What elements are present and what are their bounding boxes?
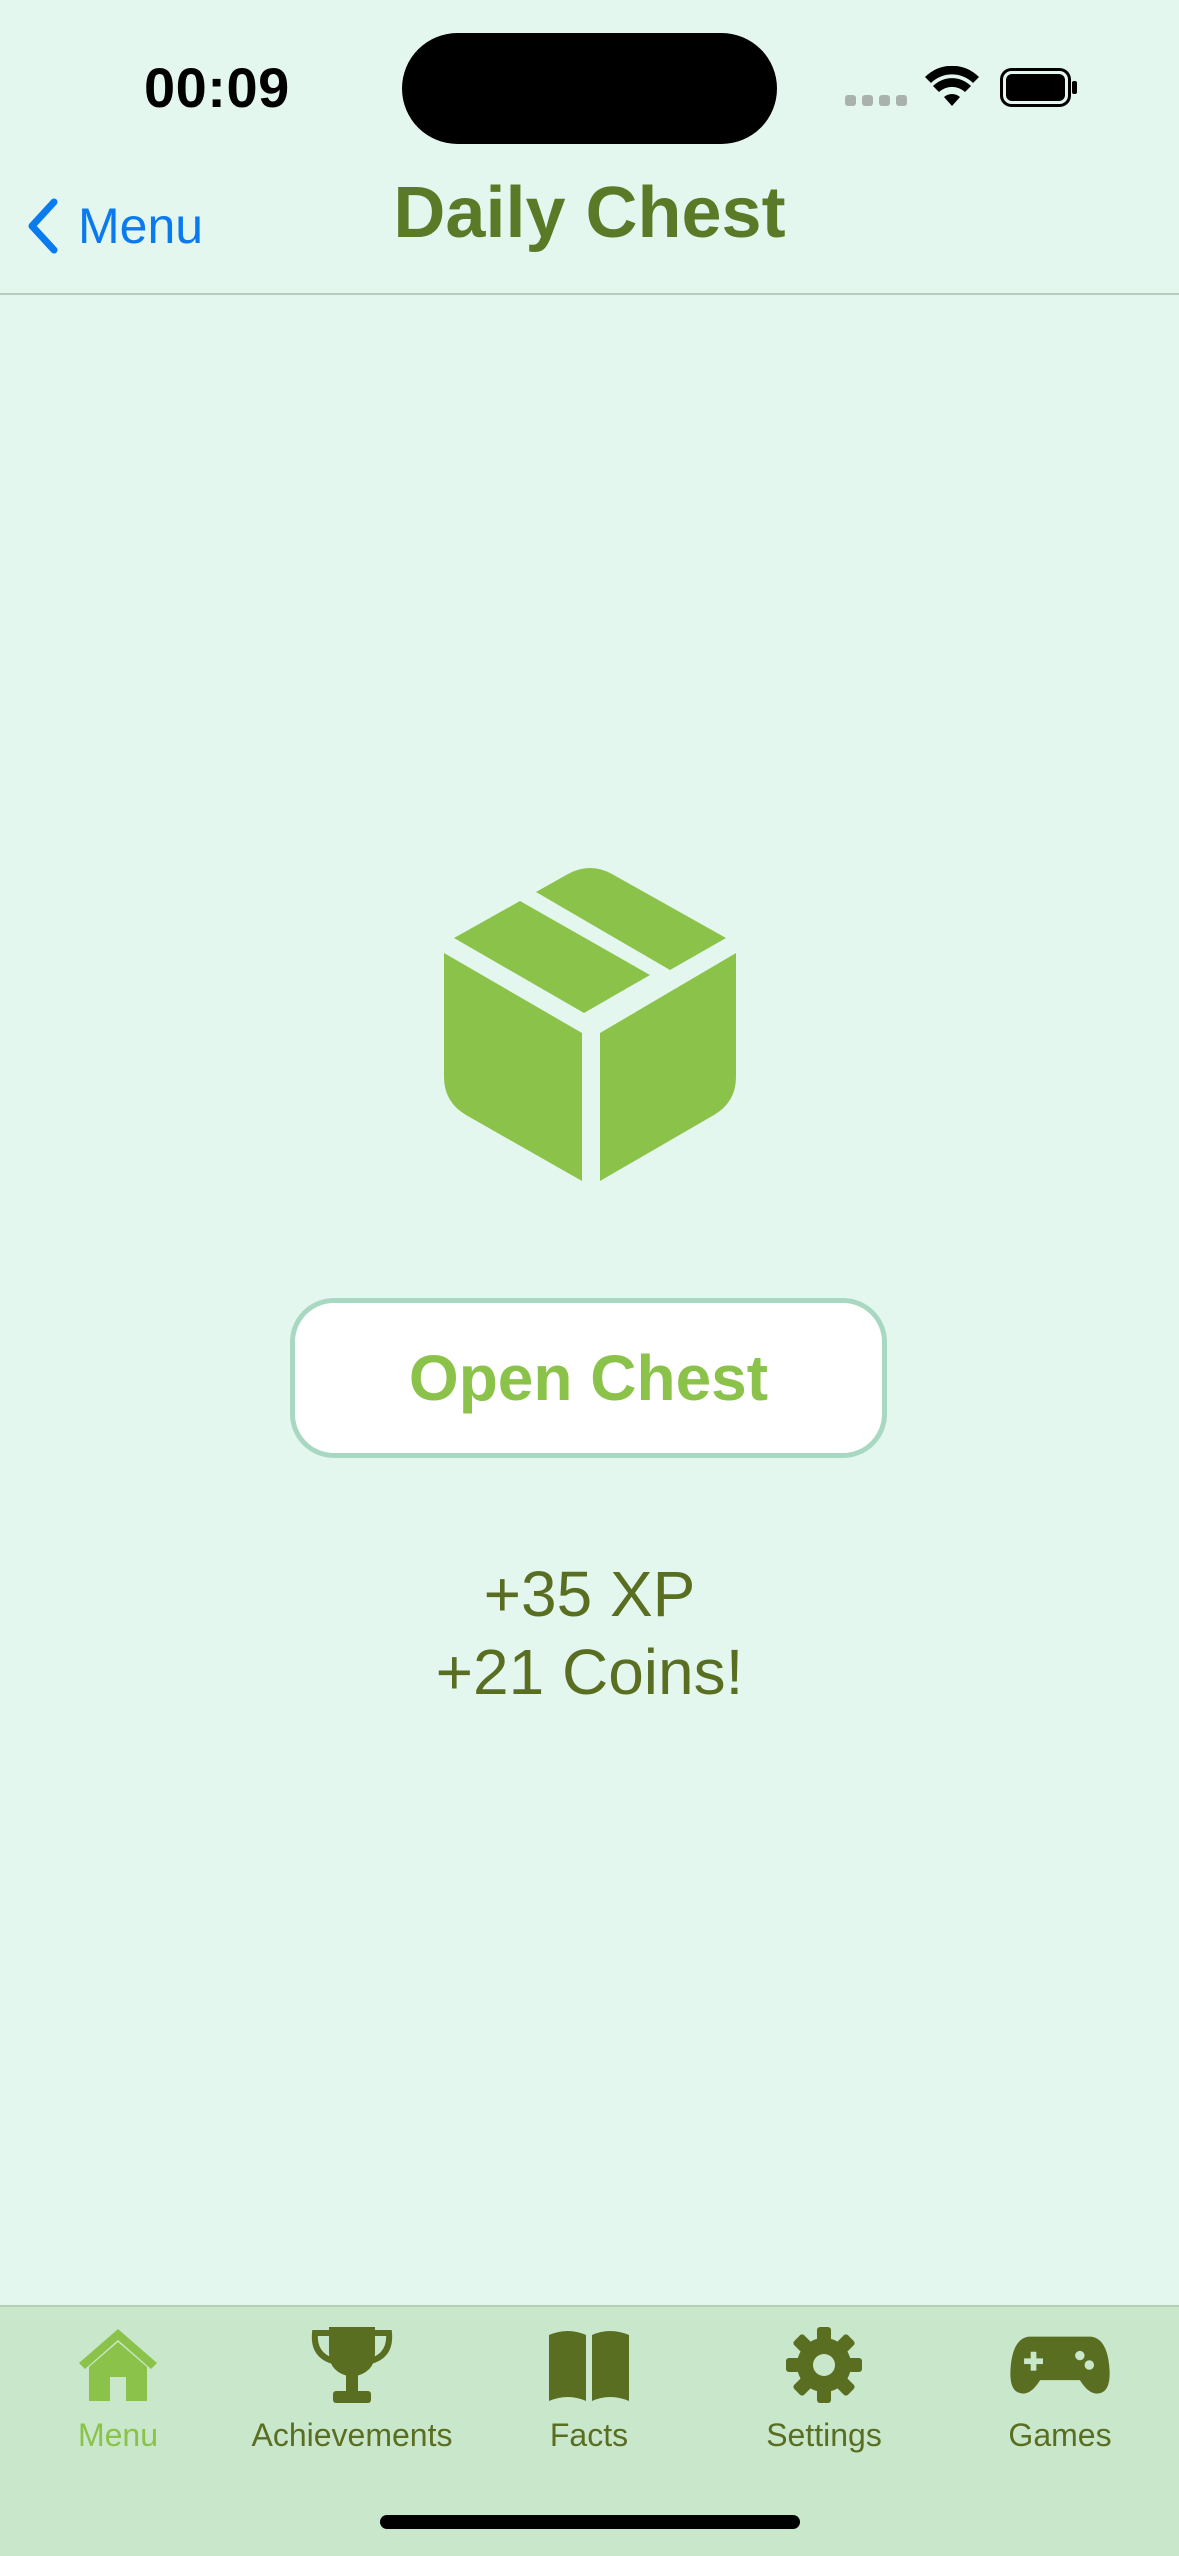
page-title: Daily Chest <box>393 173 786 253</box>
tab-menu-label: Menu <box>77 2417 159 2453</box>
battery-icon <box>1000 68 1077 107</box>
tab-games[interactable]: Games <box>942 2325 1178 2454</box>
tab-achievements[interactable]: Achievements <box>234 2325 470 2454</box>
tab-menu[interactable]: Menu <box>0 2325 236 2454</box>
nav-divider <box>0 293 1179 295</box>
tab-facts[interactable]: Facts <box>471 2325 707 2454</box>
gamecontroller-icon <box>1010 2336 1110 2394</box>
reward-coins: +21 Coins! <box>435 1636 744 1708</box>
signal-icon <box>845 95 907 106</box>
open-chest-button[interactable]: Open Chest <box>290 1298 887 1458</box>
tab-settings[interactable]: Settings <box>706 2325 942 2454</box>
reward-text: +35 XP +21 Coins! <box>0 1555 1179 1711</box>
status-time: 00:09 <box>144 56 290 119</box>
gear-icon <box>786 2327 862 2403</box>
book-icon <box>549 2331 629 2401</box>
trophy-icon <box>311 2327 393 2403</box>
daily-chest-screen: 00:09 Menu Daily Chest Open Chest +35 XP <box>0 0 1179 2556</box>
wifi-icon <box>925 66 979 106</box>
dynamic-island <box>402 33 777 144</box>
tab-facts-label: Facts <box>549 2417 629 2453</box>
tab-achievements-label: Achievements <box>251 2417 453 2453</box>
reward-xp: +35 XP <box>483 1558 696 1630</box>
house-icon <box>79 2329 157 2401</box>
home-indicator <box>380 2515 800 2529</box>
shipping-box-icon <box>444 868 736 1181</box>
tab-games-label: Games <box>1008 2417 1112 2453</box>
tab-settings-label: Settings <box>766 2417 882 2453</box>
